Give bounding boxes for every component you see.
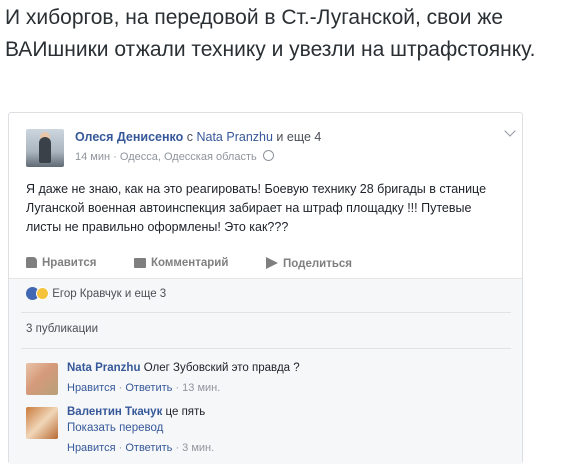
post-header: Олеся Денисенко с Nata Pranzhu и еще 4 bbox=[75, 130, 321, 144]
divider bbox=[21, 312, 511, 313]
sad-reaction-icon bbox=[36, 287, 49, 300]
post-location[interactable]: Одесса, Одесская область bbox=[120, 151, 257, 163]
dot: · bbox=[118, 442, 123, 454]
dot: · bbox=[175, 382, 180, 394]
comment-label: Комментарий bbox=[151, 257, 229, 269]
comment-body: Валентин Ткачук це пять bbox=[67, 406, 205, 418]
meta-separator: · bbox=[113, 151, 117, 163]
divider bbox=[21, 348, 511, 349]
post-meta: 14 мин · Одесса, Одесская область bbox=[75, 150, 274, 163]
comment-like-link[interactable]: Нравится bbox=[67, 382, 116, 394]
reactions-text: Егор Кравчук и еще 3 bbox=[52, 288, 167, 300]
reactions-summary[interactable]: Егор Кравчук и еще 3 bbox=[26, 287, 166, 300]
tweet-headline: И хиборгов, на передовой в Ст.-Луганской… bbox=[5, 6, 536, 61]
comment-actions: Нравится · Ответить · 3 мин. bbox=[67, 442, 214, 454]
comment-text: Олег Зубовский это правда ? bbox=[143, 362, 300, 374]
post-text: Я даже не знаю, как на это реагировать! … bbox=[26, 182, 487, 234]
like-icon bbox=[26, 257, 37, 268]
like-button[interactable]: Нравится bbox=[26, 257, 96, 269]
comment-author[interactable]: Валентин Ткачук bbox=[67, 406, 162, 418]
comment-avatar[interactable] bbox=[26, 407, 58, 439]
post-actions: Нравится Комментарий Поделиться bbox=[26, 255, 506, 275]
author-name[interactable]: Олеся Денисенко bbox=[75, 130, 183, 144]
facebook-post-card: Олеся Денисенко с Nata Pranzhu и еще 4 1… bbox=[8, 112, 523, 464]
tagged-user[interactable]: Nata Pranzhu bbox=[196, 130, 272, 144]
comment-author[interactable]: Nata Pranzhu bbox=[67, 362, 141, 374]
and-more[interactable]: и еще 4 bbox=[276, 130, 321, 144]
comment-button[interactable]: Комментарий bbox=[134, 257, 228, 269]
comment-time[interactable]: 13 мин. bbox=[182, 382, 220, 394]
dot: · bbox=[118, 382, 123, 394]
share-label: Поделиться bbox=[283, 258, 353, 270]
share-icon bbox=[266, 257, 278, 269]
comment-icon bbox=[134, 258, 146, 268]
post-time[interactable]: 14 мин bbox=[75, 151, 110, 163]
comment-time[interactable]: 3 мин. bbox=[182, 442, 214, 454]
globe-icon bbox=[262, 150, 274, 161]
comment-reply-link[interactable]: Ответить bbox=[125, 382, 172, 394]
avatar-figure bbox=[39, 137, 51, 163]
chevron-down-icon[interactable] bbox=[504, 125, 516, 137]
comments-section: Егор Кравчук и еще 3 3 публикации Nata P… bbox=[9, 278, 522, 464]
share-button[interactable]: Поделиться bbox=[266, 257, 352, 270]
dot: · bbox=[175, 442, 180, 454]
comment-like-link[interactable]: Нравится bbox=[67, 442, 116, 454]
comment-body: Nata Pranzhu Олег Зубовский это правда ? bbox=[67, 362, 300, 374]
show-translation-link[interactable]: Показать перевод bbox=[67, 422, 163, 434]
like-label: Нравится bbox=[42, 257, 97, 269]
with-word: с bbox=[186, 130, 193, 144]
comment-actions: Нравится · Ответить · 13 мин. bbox=[67, 382, 220, 394]
shares-count[interactable]: 3 публикации bbox=[26, 323, 98, 335]
comment-reply-link[interactable]: Ответить bbox=[125, 442, 172, 454]
comment-text: це пять bbox=[165, 406, 206, 418]
poster-avatar[interactable] bbox=[26, 129, 64, 167]
comment-avatar[interactable] bbox=[26, 363, 58, 395]
